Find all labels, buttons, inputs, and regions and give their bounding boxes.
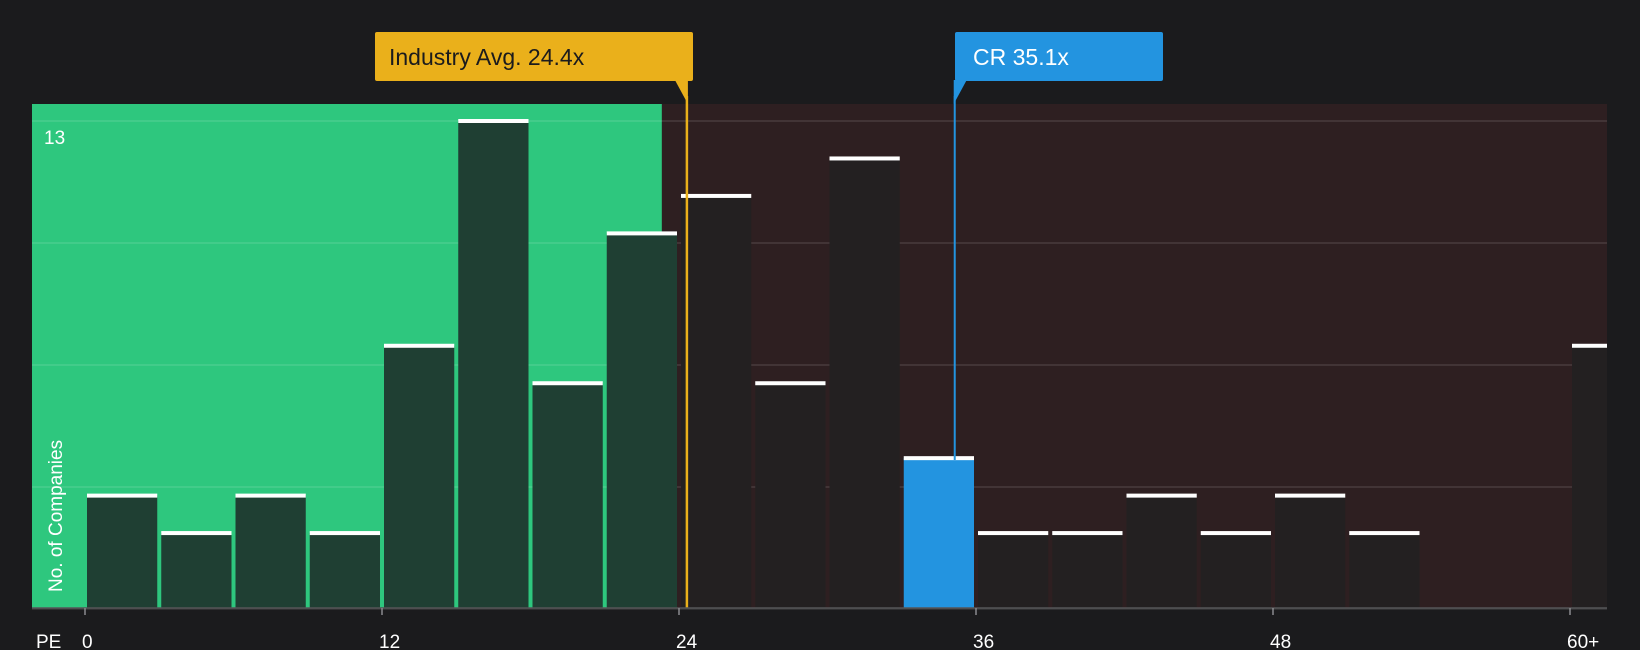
histogram-bar-cap (1052, 531, 1123, 536)
histogram-bar (384, 345, 455, 608)
histogram-bar-cap (1349, 531, 1420, 536)
x-tick-label: 12 (379, 632, 400, 650)
histogram-bar (755, 383, 826, 608)
histogram-bar-cap (903, 456, 974, 461)
industry-avg-callout: Industry Avg. 24.4x (375, 32, 693, 104)
histogram-bar (1052, 533, 1123, 608)
histogram-bar-cap (681, 193, 752, 198)
histogram-bar-cap (1126, 493, 1197, 498)
x-axis-ticks: 0 12 24 36 48 60+ (82, 608, 1599, 650)
histogram-bar-cap (829, 156, 900, 161)
histogram-bar (1200, 533, 1271, 608)
histogram-bar (1572, 345, 1607, 608)
histogram-bar-cap (606, 231, 677, 236)
histogram-bar-cap (87, 493, 158, 498)
histogram-bar (161, 533, 232, 608)
histogram-bar (978, 533, 1049, 608)
histogram-bar-cap (1200, 531, 1271, 536)
histogram-bar-cap (755, 381, 826, 386)
histogram-bar (458, 121, 529, 608)
x-axis-label: PE (36, 632, 61, 650)
pe-distribution-chart: 0 12 24 36 48 60+ PE 13 No. of Companies Indu… (32, 32, 1607, 650)
histogram-bar-cap (235, 493, 306, 498)
histogram-bar-cap (458, 119, 529, 123)
histogram-bar-cap (978, 531, 1049, 536)
histogram-bar-cap (161, 531, 232, 536)
company-pe-label: CR 35.1x (973, 44, 1069, 70)
x-tick-label: 24 (676, 632, 698, 650)
histogram-bar (606, 233, 677, 608)
histogram-bar (681, 195, 752, 608)
histogram-bar (1126, 495, 1197, 608)
y-max-label: 13 (44, 128, 65, 149)
histogram-bar (532, 383, 603, 608)
x-tick-label: 60+ (1567, 632, 1599, 650)
histogram-bar (1349, 533, 1420, 608)
x-tick-label: 48 (1270, 632, 1291, 650)
industry-avg-label: Industry Avg. 24.4x (389, 44, 585, 70)
x-tick-label: 36 (973, 632, 994, 650)
histogram-bar (829, 158, 900, 608)
histogram-bar (87, 495, 158, 608)
histogram-bar-cap (1275, 493, 1346, 498)
company-callout: CR 35.1x (953, 32, 1163, 104)
histogram-bar (309, 533, 380, 608)
y-axis-label: No. of Companies (46, 440, 67, 592)
histogram-bar (903, 458, 974, 608)
histogram-bar (1275, 495, 1346, 608)
histogram-bar-cap (309, 531, 380, 536)
histogram-bar-cap (532, 381, 603, 386)
histogram-bar-cap (1572, 343, 1607, 348)
histogram-bar-cap (384, 343, 455, 348)
x-tick-label: 0 (82, 632, 93, 650)
histogram-bar (235, 495, 306, 608)
